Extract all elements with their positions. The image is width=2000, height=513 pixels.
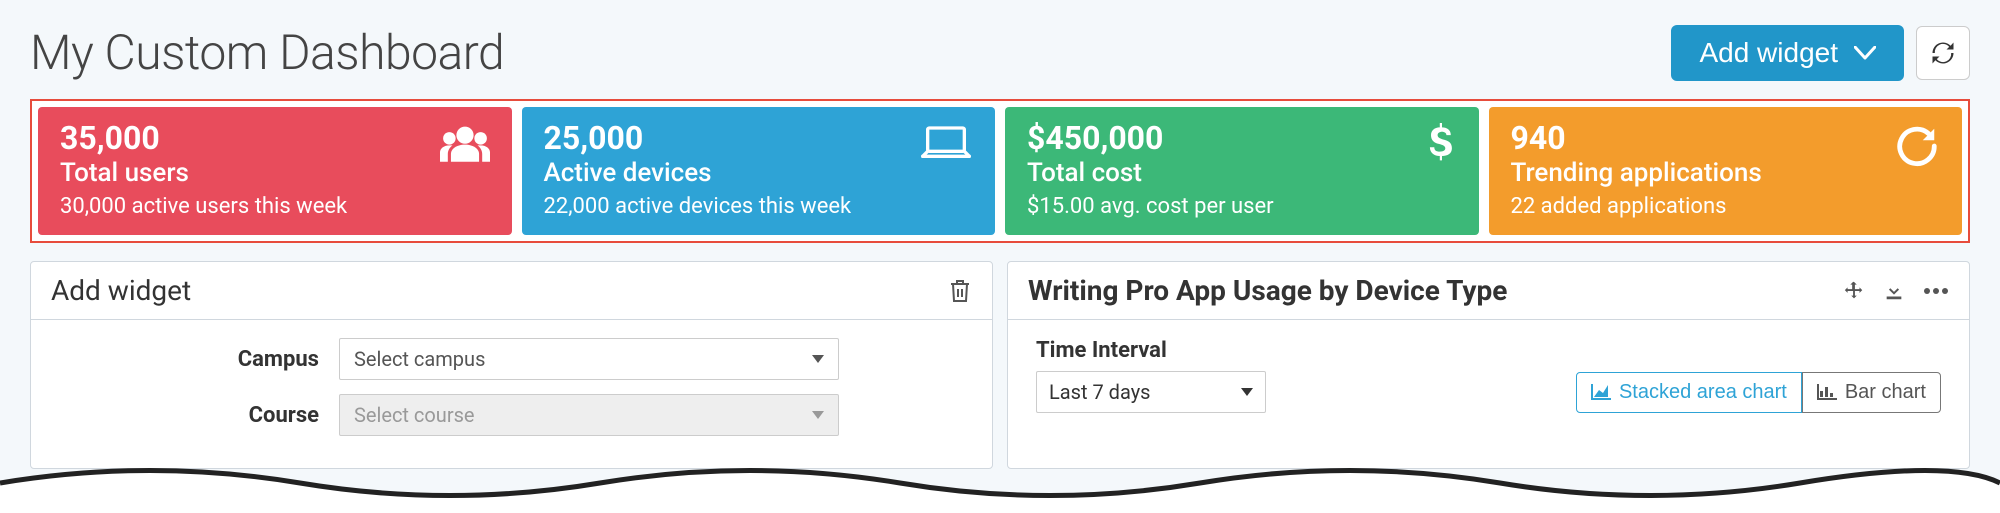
- panel-body: Time Interval Last 7 days Stacked area c…: [1008, 320, 1969, 431]
- bar-label: Bar chart: [1845, 381, 1926, 404]
- course-label: Course: [59, 403, 319, 428]
- card-active-devices[interactable]: 25,000 Active devices 22,000 active devi…: [522, 107, 996, 235]
- more-icon[interactable]: [1923, 287, 1949, 295]
- campus-row: Campus Select campus: [59, 338, 964, 380]
- reload-icon: [1894, 123, 1940, 169]
- card-value: 940: [1511, 121, 1941, 156]
- panel-icons: [948, 278, 972, 304]
- time-interval-select[interactable]: Last 7 days: [1036, 371, 1266, 413]
- header: My Custom Dashboard Add widget: [30, 24, 1970, 81]
- summary-cards: 35,000 Total users 30,000 active users t…: [30, 99, 1970, 243]
- page-title: My Custom Dashboard: [30, 24, 504, 81]
- course-row: Course Select course: [59, 394, 964, 436]
- course-select-value: Select course: [354, 403, 475, 427]
- chevron-down-icon: [812, 355, 824, 363]
- bar-chart-button[interactable]: Bar chart: [1802, 372, 1941, 413]
- download-icon[interactable]: [1883, 280, 1905, 302]
- card-value: 35,000: [60, 121, 490, 156]
- card-label: Total cost: [1027, 158, 1457, 188]
- dollar-icon: [1427, 123, 1457, 167]
- time-interval-value: Last 7 days: [1049, 380, 1150, 404]
- card-sub: 22 added applications: [1511, 194, 1941, 219]
- add-widget-panel: Add widget Campus Select campus: [30, 261, 993, 469]
- users-icon: [440, 123, 490, 163]
- campus-select[interactable]: Select campus: [339, 338, 839, 380]
- card-sub: $15.00 avg. cost per user: [1027, 194, 1457, 219]
- campus-select-value: Select campus: [354, 347, 485, 371]
- add-widget-button[interactable]: Add widget: [1671, 25, 1904, 81]
- chevron-down-icon: [1854, 46, 1876, 60]
- chevron-down-icon: [812, 411, 824, 419]
- card-sub: 22,000 active devices this week: [544, 194, 974, 219]
- panel-title: Add widget: [51, 274, 191, 307]
- panel-header: Add widget: [31, 262, 992, 320]
- panel-body: Campus Select campus Course Select cours…: [31, 320, 992, 468]
- header-actions: Add widget: [1671, 25, 1970, 81]
- card-total-cost[interactable]: $450,000 Total cost $15.00 avg. cost per…: [1005, 107, 1479, 235]
- card-value: 25,000: [544, 121, 974, 156]
- add-widget-label: Add widget: [1699, 37, 1838, 69]
- card-total-users[interactable]: 35,000 Total users 30,000 active users t…: [38, 107, 512, 235]
- area-chart-icon: [1591, 384, 1611, 400]
- campus-label: Campus: [59, 347, 319, 372]
- card-value: $450,000: [1027, 121, 1457, 156]
- panel-title: Writing Pro App Usage by Device Type: [1028, 274, 1507, 307]
- panel-icons: [1843, 280, 1949, 302]
- move-icon[interactable]: [1843, 280, 1865, 302]
- panel-header: Writing Pro App Usage by Device Type: [1008, 262, 1969, 320]
- stacked-label: Stacked area chart: [1619, 381, 1787, 404]
- laptop-icon: [919, 123, 973, 163]
- stacked-area-chart-button[interactable]: Stacked area chart: [1576, 372, 1802, 413]
- card-sub: 30,000 active users this week: [60, 194, 490, 219]
- card-label: Trending applications: [1511, 158, 1941, 188]
- usage-panel: Writing Pro App Usage by Device Type Tim…: [1007, 261, 1970, 469]
- refresh-button[interactable]: [1916, 26, 1970, 80]
- time-interval-label: Time Interval: [1036, 338, 1941, 363]
- trash-icon[interactable]: [948, 278, 972, 304]
- course-select[interactable]: Select course: [339, 394, 839, 436]
- lower-panels: Add widget Campus Select campus: [30, 261, 1970, 469]
- card-label: Total users: [60, 158, 490, 188]
- chart-type-toggle: Stacked area chart Bar chart: [1576, 372, 1941, 413]
- card-trending-applications[interactable]: 940 Trending applications 22 added appli…: [1489, 107, 1963, 235]
- time-interval-row: Last 7 days Stacked area chart: [1036, 371, 1941, 413]
- card-label: Active devices: [544, 158, 974, 188]
- chevron-down-icon: [1241, 388, 1253, 396]
- refresh-icon: [1929, 39, 1957, 67]
- bar-chart-icon: [1817, 384, 1837, 400]
